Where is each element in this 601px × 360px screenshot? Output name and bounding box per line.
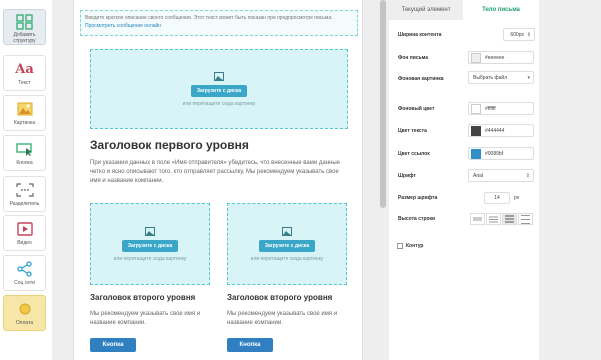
video-block[interactable]: Видео (3, 215, 46, 251)
link-color-field[interactable]: #0089bf (468, 147, 534, 160)
paragraph-text[interactable]: При указании данных в поле «Имя отправит… (90, 159, 348, 186)
video-play-icon (16, 218, 33, 240)
drag-hint: или перетащите сюда картинку (113, 255, 187, 262)
email-bg-value: #eeeeee (485, 54, 505, 61)
column-text[interactable]: Мы рекомендуем указывать свое имя и назв… (90, 310, 208, 328)
content-width-value: 600px (510, 31, 524, 38)
image-icon (282, 226, 292, 236)
upload-button[interactable]: Загрузите с диска (190, 84, 248, 97)
line-height-option-2[interactable] (486, 213, 501, 225)
block-label: Соц сети (14, 280, 35, 286)
block-label: Добавить структуру (13, 32, 36, 44)
bg-color-value: #ffffff (485, 105, 496, 112)
bg-color-label: Фоновый цвет (398, 106, 435, 112)
payment-icon (17, 298, 33, 320)
bg-color-field[interactable]: #ffffff (468, 102, 534, 115)
view-online-link[interactable]: Просмотреть сообщение онлайн (85, 23, 161, 29)
font-value: Arial (473, 172, 484, 179)
block-label: Видео (17, 240, 32, 246)
text-aa-icon: Aa (15, 61, 34, 77)
select-arrows-icon: ⇕ (526, 31, 531, 38)
color-swatch[interactable] (471, 148, 481, 159)
line-height-normal-icon (489, 216, 498, 222)
column-text[interactable]: Мы рекомендуем указывать свое имя и назв… (227, 310, 345, 328)
block-label: Текст (18, 80, 31, 86)
bg-image-select[interactable]: Выбрать файл ▾ (468, 71, 534, 84)
image-icon (214, 71, 224, 81)
image-placeholder-main[interactable]: Загрузите с диска или перетащите сюда ка… (90, 49, 348, 129)
heading-level-1[interactable]: Заголовок первого уровня (90, 138, 249, 152)
line-height-label: Высота строки (398, 216, 436, 222)
line-height-tight-icon (473, 217, 482, 221)
button-block[interactable]: Кнопка (3, 135, 46, 171)
tab-current-element[interactable]: Текущий элемент (389, 0, 463, 20)
font-size-field[interactable]: 14 px (468, 191, 534, 204)
line-height-option-4[interactable] (518, 213, 533, 225)
outline-option[interactable]: Контур (397, 243, 423, 249)
bg-image-label: Фоновая картинка (398, 76, 444, 82)
upload-button[interactable]: Загрузите с диска (258, 239, 316, 252)
image-placeholder-col2[interactable]: Загрузите с диска или перетащите сюда ка… (227, 203, 347, 285)
color-swatch[interactable] (471, 125, 481, 136)
preheader-text: Введите краткое описание своего сообщени… (85, 15, 333, 21)
text-color-field[interactable]: #444444 (468, 124, 534, 137)
image-block[interactable]: Картинка (3, 95, 46, 131)
link-color-label: Цвет ссылок (398, 151, 430, 157)
dropdown-arrow-icon: ▾ (527, 74, 530, 81)
text-color-label: Цвет текста (398, 128, 427, 134)
line-height-option-3[interactable] (502, 213, 517, 225)
tab-email-body[interactable]: Тело письма (463, 0, 539, 20)
color-swatch[interactable] (471, 103, 481, 114)
image-placeholder-col1[interactable]: Загрузите с диска или перетащите сюда ка… (90, 203, 210, 285)
font-size-input[interactable]: 14 (484, 191, 510, 204)
canvas-scrollbar[interactable] (380, 0, 386, 208)
image-icon (145, 226, 155, 236)
outline-checkbox[interactable] (397, 243, 403, 249)
heading-level-2[interactable]: Заголовок второго уровня (90, 293, 195, 302)
content-width-label: Ширина контента (398, 32, 442, 38)
drag-hint: или перетащите сюда картинку (250, 255, 324, 262)
payment-block[interactable]: Оплата (3, 295, 46, 331)
button-cursor-icon (15, 138, 34, 160)
color-swatch[interactable] (471, 52, 481, 63)
grid-icon (15, 12, 34, 32)
divider-icon (15, 179, 34, 201)
select-arrows-icon: ⇕ (525, 172, 530, 179)
content-width-select[interactable]: 600px ⇕ (503, 28, 535, 41)
font-size-unit: px (514, 194, 520, 201)
block-label: Кнопка (16, 160, 33, 166)
font-size-label: Размер шрифта (398, 195, 438, 201)
email-bg-color-field[interactable]: #eeeeee (468, 51, 534, 64)
divider-block[interactable]: Разделитель (3, 176, 46, 212)
email-canvas: Введите краткое описание своего сообщени… (73, 0, 363, 360)
line-height-relaxed-icon (505, 215, 514, 223)
heading-level-2[interactable]: Заголовок второго уровня (227, 293, 332, 302)
upload-button[interactable]: Загрузите с диска (121, 239, 179, 252)
social-block[interactable]: Соц сети (3, 255, 46, 291)
block-label: Картинка (13, 120, 36, 126)
block-label: Оплата (15, 320, 34, 326)
add-structure-block[interactable]: Добавить структуру (3, 9, 46, 45)
column-button[interactable]: Кнопка (90, 338, 136, 352)
email-bg-label: Фон письма (398, 55, 429, 61)
outline-label: Контур (406, 243, 424, 249)
text-block[interactable]: Aa Текст (3, 55, 46, 91)
font-label: Шрифт (398, 173, 416, 179)
font-select[interactable]: Arial ⇕ (468, 169, 534, 182)
preheader-block[interactable]: Введите краткое описание своего сообщени… (80, 10, 358, 36)
bg-image-value: Выбрать файл (473, 74, 508, 81)
drag-hint: или перетащите сюда картинку (182, 100, 256, 107)
blocks-sidebar: Добавить структуру Aa Текст Картинка Кно… (0, 0, 52, 360)
share-icon (16, 258, 33, 280)
settings-panel: Текущий элемент Тело письма Ширина конте… (389, 0, 539, 360)
column-button[interactable]: Кнопка (227, 338, 273, 352)
block-label: Разделитель (9, 201, 40, 207)
image-icon (17, 98, 33, 120)
line-height-option-1[interactable] (470, 213, 485, 225)
link-color-value: #0089bf (485, 150, 504, 157)
line-height-wide-icon (521, 214, 530, 224)
text-color-value: #444444 (485, 127, 505, 134)
